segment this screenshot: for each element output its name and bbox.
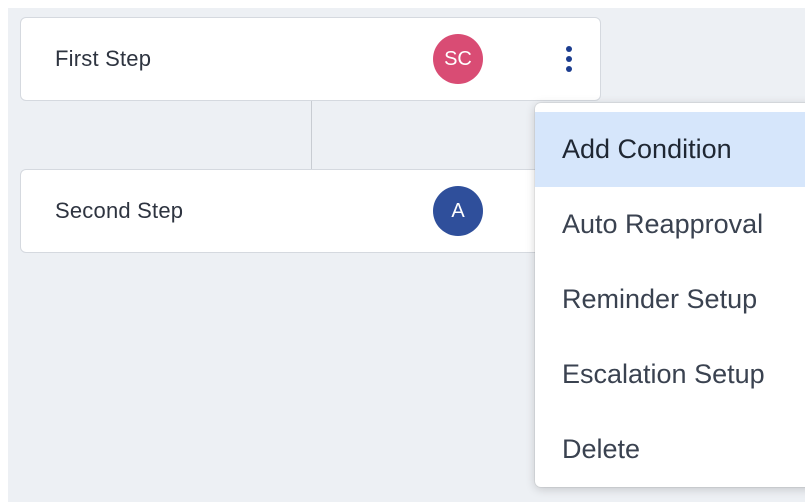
step-title: Second Step xyxy=(55,198,184,223)
step-card-first[interactable]: First Step SC xyxy=(20,17,601,101)
kebab-dot xyxy=(566,66,572,72)
step-options-menu: Add Condition Auto Reapproval Reminder S… xyxy=(535,103,805,487)
step-title: First Step xyxy=(55,46,152,71)
menu-item-reminder-setup[interactable]: Reminder Setup xyxy=(535,262,805,337)
kebab-dot xyxy=(566,46,572,52)
step-card-second[interactable]: Second Step A xyxy=(20,169,601,253)
avatar: SC xyxy=(433,34,483,84)
menu-item-add-condition[interactable]: Add Condition xyxy=(535,112,805,187)
menu-item-delete[interactable]: Delete xyxy=(535,412,805,487)
workflow-canvas: First Step SC Second Step A Add Conditio… xyxy=(8,8,805,502)
more-vertical-icon[interactable] xyxy=(561,39,577,79)
step-connector xyxy=(311,101,312,169)
avatar: A xyxy=(433,186,483,236)
kebab-dot xyxy=(566,56,572,62)
menu-item-auto-reapproval[interactable]: Auto Reapproval xyxy=(535,187,805,262)
menu-item-escalation-setup[interactable]: Escalation Setup xyxy=(535,337,805,412)
